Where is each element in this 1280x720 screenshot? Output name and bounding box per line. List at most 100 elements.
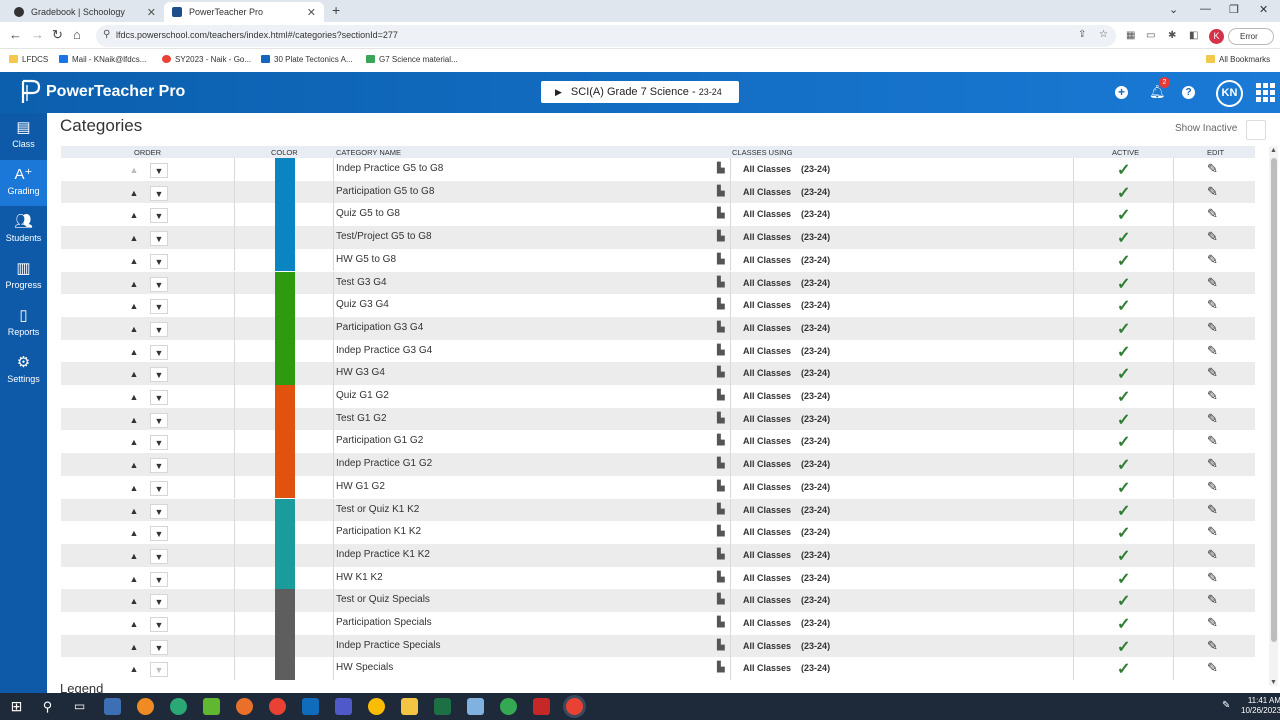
bookmark-item[interactable]: SY2023 - Naik - Go... <box>162 55 251 64</box>
edit-pencil-icon[interactable]: ✎ <box>1207 343 1218 359</box>
move-up-button[interactable]: ▲ <box>125 277 143 292</box>
chrome-icon[interactable] <box>566 698 583 715</box>
move-down-button[interactable]: ▼ <box>150 548 168 564</box>
move-down-button[interactable]: ▼ <box>150 639 168 655</box>
restore-icon[interactable]: ❐ <box>1229 3 1239 16</box>
chrome-icon[interactable] <box>368 698 385 715</box>
new-tab-icon[interactable]: + <box>332 2 340 18</box>
move-up-button[interactable]: ▲ <box>125 345 143 360</box>
sidebar-item-students[interactable]: 👥︎ Students <box>0 207 47 253</box>
move-down-button[interactable]: ▼ <box>150 458 168 474</box>
move-down-button[interactable]: ▼ <box>150 435 168 451</box>
puzzle-icon[interactable]: ✱ <box>1168 30 1176 41</box>
move-up-button[interactable]: ▲ <box>125 367 143 382</box>
app-icon[interactable] <box>236 698 253 715</box>
close-tab-icon[interactable]: ✕ <box>307 6 316 19</box>
chrome-icon[interactable] <box>500 698 517 715</box>
app-icon[interactable] <box>467 698 484 715</box>
move-up-button[interactable]: ▲ <box>125 322 143 337</box>
apps-grid-icon[interactable] <box>1256 83 1275 102</box>
bookmark-item[interactable]: 30 Plate Tectonics A... <box>261 55 353 64</box>
move-down-button[interactable]: ▼ <box>150 185 168 201</box>
close-window-icon[interactable]: ✕ <box>1259 3 1268 16</box>
show-inactive-toggle[interactable] <box>1246 120 1266 140</box>
outlook-icon[interactable] <box>302 698 319 715</box>
move-up-button[interactable]: ▲ <box>125 481 143 496</box>
move-down-button[interactable]: ▼ <box>150 480 168 496</box>
move-down-button[interactable]: ▼ <box>150 231 168 247</box>
move-up-button[interactable]: ▲ <box>125 299 143 314</box>
move-up-button[interactable]: ▲ <box>125 435 143 450</box>
edit-pencil-icon[interactable]: ✎ <box>1207 547 1218 563</box>
scroll-up-icon[interactable]: ▲ <box>1270 147 1277 154</box>
chrome-icon[interactable] <box>269 698 286 715</box>
move-down-button[interactable]: ▼ <box>150 276 168 292</box>
edit-pencil-icon[interactable]: ✎ <box>1207 275 1218 291</box>
move-down-button[interactable]: ▼ <box>150 208 168 224</box>
move-down-button[interactable]: ▼ <box>150 571 168 587</box>
edit-pencil-icon[interactable]: ✎ <box>1207 184 1218 200</box>
sidebar-item-settings[interactable]: ⚙︎ Settings <box>0 348 47 394</box>
omnibox[interactable]: ⚲ lfdcs.powerschool.com/teachers/index.h… <box>96 25 1116 47</box>
reload-icon[interactable]: ↻ <box>52 27 63 43</box>
bookmark-item[interactable]: Mail - KNaik@lfdcs... <box>59 55 146 64</box>
close-tab-icon[interactable]: ✕ <box>147 6 156 19</box>
edit-pencil-icon[interactable]: ✎ <box>1207 320 1218 336</box>
profile-avatar[interactable]: K <box>1209 29 1224 44</box>
file-explorer-icon[interactable] <box>401 698 418 715</box>
bookmark-item[interactable]: LFDCS <box>9 55 48 64</box>
edit-pencil-icon[interactable]: ✎ <box>1207 161 1218 177</box>
error-button[interactable]: Error <box>1228 28 1274 45</box>
move-up-button[interactable]: ▲ <box>125 254 143 269</box>
move-down-button[interactable]: ▼ <box>150 526 168 542</box>
forward-icon[interactable]: → <box>31 27 44 42</box>
back-icon[interactable]: ← <box>9 27 22 42</box>
acrobat-icon[interactable] <box>533 698 550 715</box>
move-down-button[interactable]: ▼ <box>150 163 168 178</box>
sidebar-item-grading[interactable]: A⁺ Grading <box>0 160 47 206</box>
edit-pencil-icon[interactable]: ✎ <box>1207 502 1218 518</box>
scrollbar-thumb[interactable] <box>1271 158 1277 642</box>
side-panel-icon[interactable]: ◧ <box>1189 30 1198 41</box>
edit-pencil-icon[interactable]: ✎ <box>1207 229 1218 245</box>
app-icon[interactable] <box>203 698 220 715</box>
move-up-button[interactable]: ▲ <box>125 163 143 178</box>
app-icon[interactable] <box>104 698 121 715</box>
edit-pencil-icon[interactable]: ✎ <box>1207 456 1218 472</box>
help-icon[interactable]: ? <box>1182 86 1195 99</box>
edit-pencil-icon[interactable]: ✎ <box>1207 411 1218 427</box>
edit-pencil-icon[interactable]: ✎ <box>1207 206 1218 222</box>
move-down-button[interactable]: ▼ <box>150 367 168 383</box>
extension-icon[interactable]: ▭ <box>1146 30 1155 41</box>
move-up-button[interactable]: ▲ <box>125 458 143 473</box>
minimize-icon[interactable]: — <box>1200 3 1211 15</box>
move-up-button[interactable]: ▲ <box>125 640 143 655</box>
edit-pencil-icon[interactable]: ✎ <box>1207 297 1218 313</box>
extension-icon[interactable]: ▦ <box>1126 30 1135 41</box>
move-down-button[interactable]: ▼ <box>150 662 168 678</box>
sidebar-item-reports[interactable]: ▯ Reports <box>0 301 47 347</box>
move-down-button[interactable]: ▼ <box>150 253 168 269</box>
move-down-button[interactable]: ▼ <box>150 617 168 632</box>
move-down-button[interactable]: ▼ <box>150 390 168 405</box>
edit-pencil-icon[interactable]: ✎ <box>1207 388 1218 404</box>
pen-icon[interactable]: ✎ <box>1222 700 1230 711</box>
edit-pencil-icon[interactable]: ✎ <box>1207 615 1218 631</box>
edit-pencil-icon[interactable]: ✎ <box>1207 592 1218 608</box>
move-up-button[interactable]: ▲ <box>125 208 143 223</box>
url-text[interactable]: lfdcs.powerschool.com/teachers/index.htm… <box>116 30 398 40</box>
edit-pencil-icon[interactable]: ✎ <box>1207 570 1218 586</box>
move-up-button[interactable]: ▲ <box>125 594 143 609</box>
tab-powerteacher[interactable]: PowerTeacher Pro ✕ <box>164 2 324 22</box>
bookmark-star-icon[interactable]: ☆ <box>1099 29 1108 40</box>
sidebar-item-progress[interactable]: ▥ Progress <box>0 254 47 300</box>
move-down-button[interactable]: ▼ <box>150 412 168 428</box>
edit-pencil-icon[interactable]: ✎ <box>1207 660 1218 676</box>
edit-pencil-icon[interactable]: ✎ <box>1207 638 1218 654</box>
sidebar-item-class[interactable]: ▤ Class <box>0 113 47 159</box>
move-down-button[interactable]: ▼ <box>150 321 168 337</box>
share-icon[interactable]: ⇪ <box>1078 29 1086 40</box>
class-selector[interactable]: ▶ SCI(A) Grade 7 Science - 23-24 <box>541 81 739 103</box>
tab-search-icon[interactable]: ⌄ <box>1169 3 1178 16</box>
edit-pencil-icon[interactable]: ✎ <box>1207 479 1218 495</box>
